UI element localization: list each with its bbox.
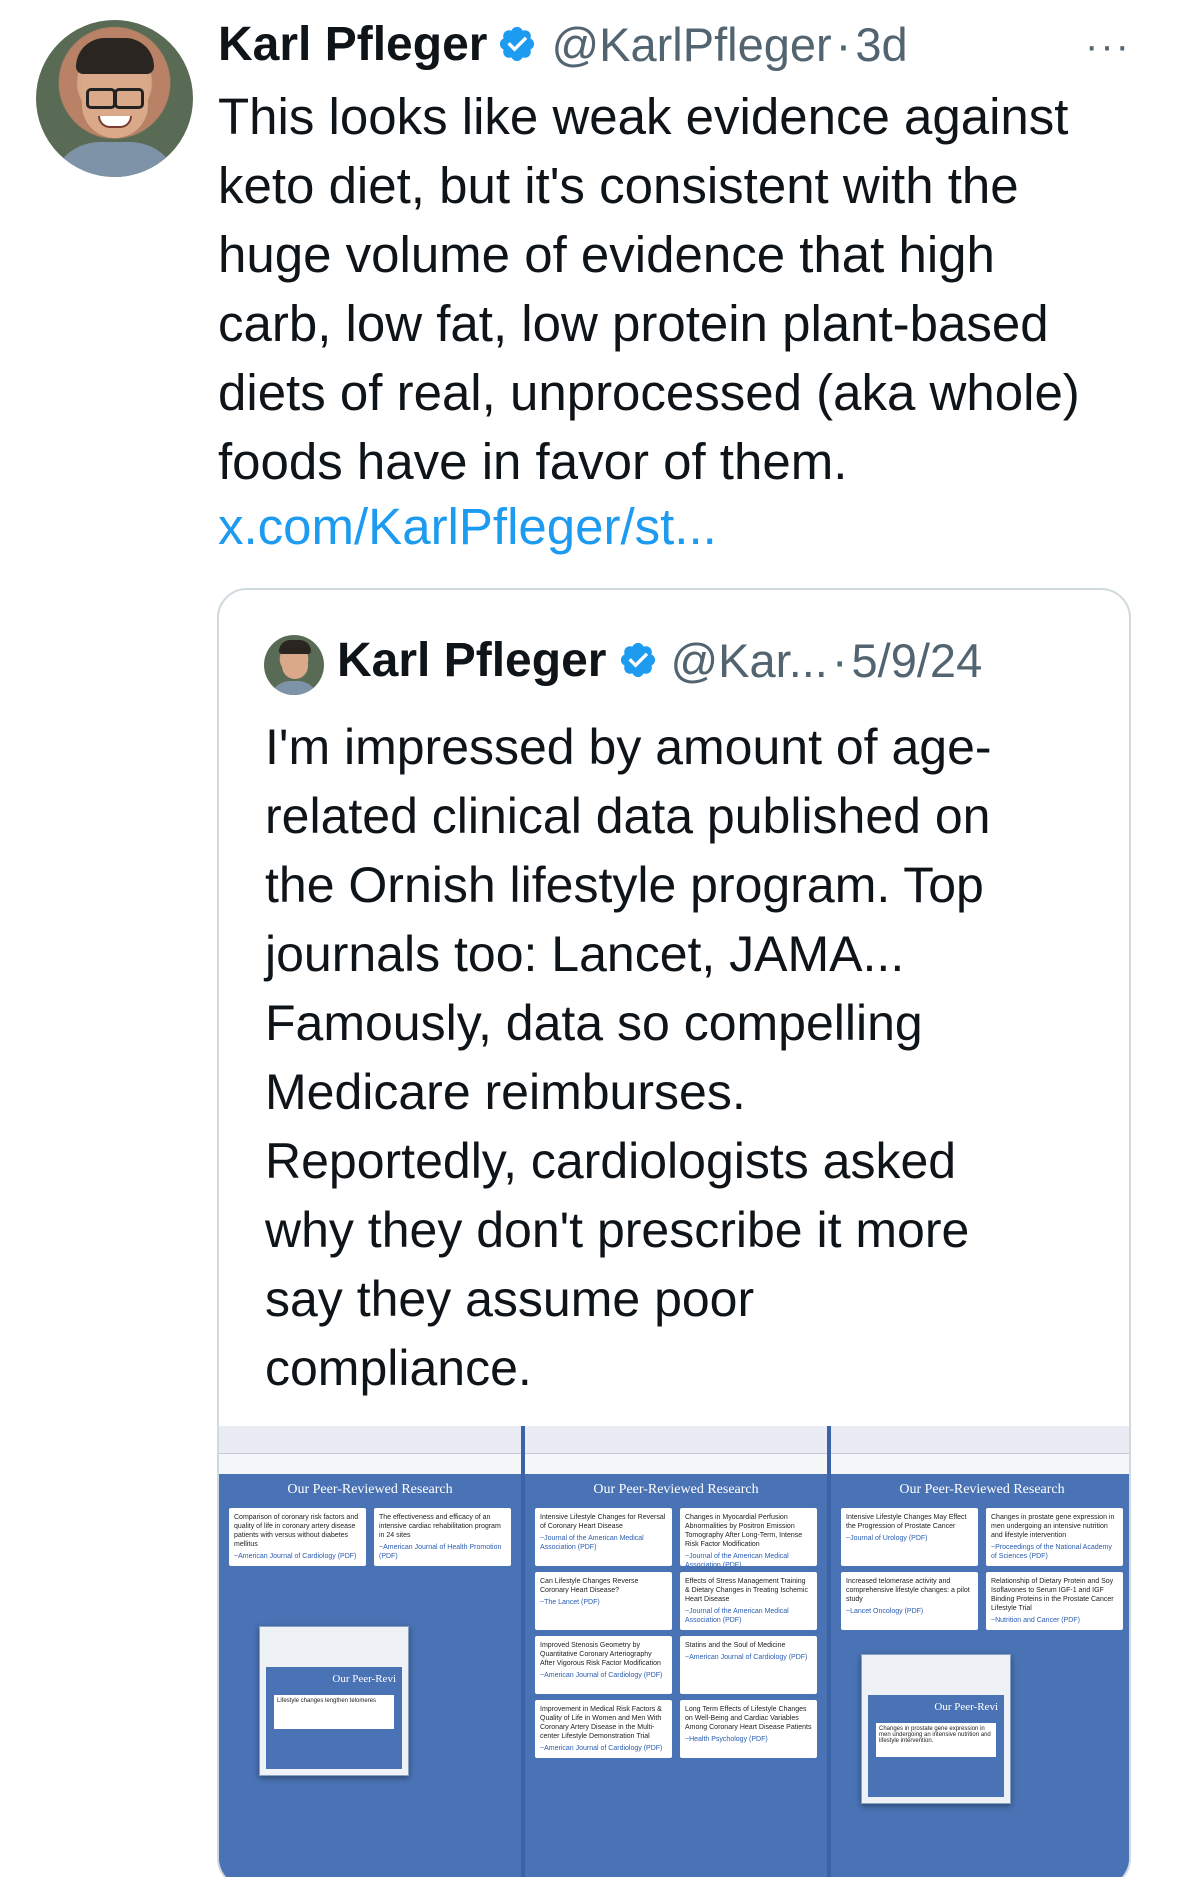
research-card: Comparison of coronary risk factors and …	[229, 1508, 366, 1566]
tweet-text-line: foods have in favor of them.	[218, 433, 848, 490]
quoted-text-line: Reportedly, cardiologists asked	[265, 1133, 957, 1189]
quoted-timestamp[interactable]: 5/9/24	[852, 633, 983, 688]
tweet-text-line: diets of real, unprocessed (aka whole)	[218, 364, 1080, 421]
media-image-3[interactable]: Our Peer-Reviewed Research Intensive Lif…	[831, 1426, 1129, 1877]
media-image-2[interactable]: Our Peer-Reviewed Research Intensive Lif…	[525, 1426, 827, 1877]
research-card: Improvement in Medical Risk Factors & Qu…	[535, 1700, 672, 1758]
quoted-author-avatar[interactable]	[264, 635, 324, 695]
research-card: Changes in Myocardial Perfusion Abnormal…	[680, 1508, 817, 1566]
quoted-tweet-text: I'm impressed by amount of age- related …	[265, 713, 1115, 1403]
media-inset-window: Our Peer-Revi Lifestyle changes lengthen…	[259, 1626, 409, 1776]
separator-dot: ·	[831, 633, 848, 687]
media-title: Our Peer-Reviewed Research	[593, 1482, 759, 1497]
quoted-text-line: related clinical data published on	[265, 788, 991, 844]
research-card: Intensive Lifestyle Changes May Effect t…	[841, 1508, 978, 1566]
research-card: The effectiveness and efficacy of an int…	[374, 1508, 511, 1566]
tweet-text: This looks like weak evidence against ke…	[218, 82, 1158, 496]
research-card: Increased telomerase activity and compre…	[841, 1572, 978, 1630]
media-title: Our Peer-Reviewed Research	[287, 1482, 453, 1497]
tweet-link[interactable]: x.com/KarlPfleger/st...	[218, 497, 717, 556]
tweet-text-line: carb, low fat, low protein plant-based	[218, 295, 1049, 352]
quoted-text-line: journals too: Lancet, JAMA...	[265, 926, 905, 982]
research-card: Relationship of Dietary Protein and Soy …	[986, 1572, 1123, 1630]
research-card: Intensive Lifestyle Changes for Reversal…	[535, 1508, 672, 1566]
research-card: Long Term Effects of Lifestyle Changes o…	[680, 1700, 817, 1758]
media-title: Our Peer-Reviewed Research	[899, 1482, 1065, 1497]
quoted-text-line: compliance.	[265, 1340, 532, 1396]
quoted-text-line: the Ornish lifestyle program. Top	[265, 857, 984, 913]
research-card: Statins and the Soul of Medicine ~America…	[680, 1636, 817, 1694]
quoted-text-line: why they don't prescribe it more	[265, 1202, 970, 1258]
quoted-text-line: I'm impressed by amount of age-	[265, 719, 992, 775]
media-inset-window: Our Peer-Revi Changes in prostate gene e…	[861, 1654, 1011, 1804]
verified-badge-icon	[621, 642, 656, 678]
research-card: Can Lifestyle Changes Reverse Coronary H…	[535, 1572, 672, 1630]
quoted-tweet[interactable]: Karl Pfleger @Kar... · 5/9/24 I'm impres…	[217, 588, 1131, 1877]
research-card: Changes in prostate gene expression in m…	[986, 1508, 1123, 1566]
tweet-header: Karl Pfleger @KarlPfleger · 3d	[218, 14, 908, 74]
quoted-author-handle[interactable]: @Kar...	[670, 633, 827, 688]
quoted-media-grid[interactable]: Our Peer-Reviewed Research Comparison of…	[219, 1426, 1129, 1877]
quoted-text-line: Famously, data so compelling	[265, 995, 923, 1051]
quoted-author-name[interactable]: Karl Pfleger	[337, 633, 606, 688]
quoted-text-line: say they assume poor	[265, 1271, 755, 1327]
research-card: Improved Stenosis Geometry by Quantitati…	[535, 1636, 672, 1694]
tweet[interactable]: Karl Pfleger @KarlPfleger · 3d ··· This …	[0, 0, 1179, 1877]
quoted-text-line: Medicare reimburses.	[265, 1064, 746, 1120]
separator-dot: ·	[835, 17, 852, 71]
research-card: Effects of Stress Management Training & …	[680, 1572, 817, 1630]
tweet-text-line: This looks like weak evidence against	[218, 88, 1069, 145]
more-horizontal-icon[interactable]: ···	[1085, 24, 1131, 69]
author-name[interactable]: Karl Pfleger	[218, 17, 487, 72]
timestamp[interactable]: 3d	[855, 17, 907, 72]
media-image-1[interactable]: Our Peer-Reviewed Research Comparison of…	[219, 1426, 521, 1877]
author-avatar[interactable]	[36, 20, 193, 177]
tweet-text-line: keto diet, but it's consistent with the	[218, 157, 1019, 214]
tweet-text-line: huge volume of evidence that high	[218, 226, 995, 283]
verified-badge-icon	[500, 26, 535, 62]
quoted-tweet-header: Karl Pfleger @Kar... · 5/9/24	[337, 630, 982, 690]
author-handle[interactable]: @KarlPfleger	[551, 17, 831, 72]
